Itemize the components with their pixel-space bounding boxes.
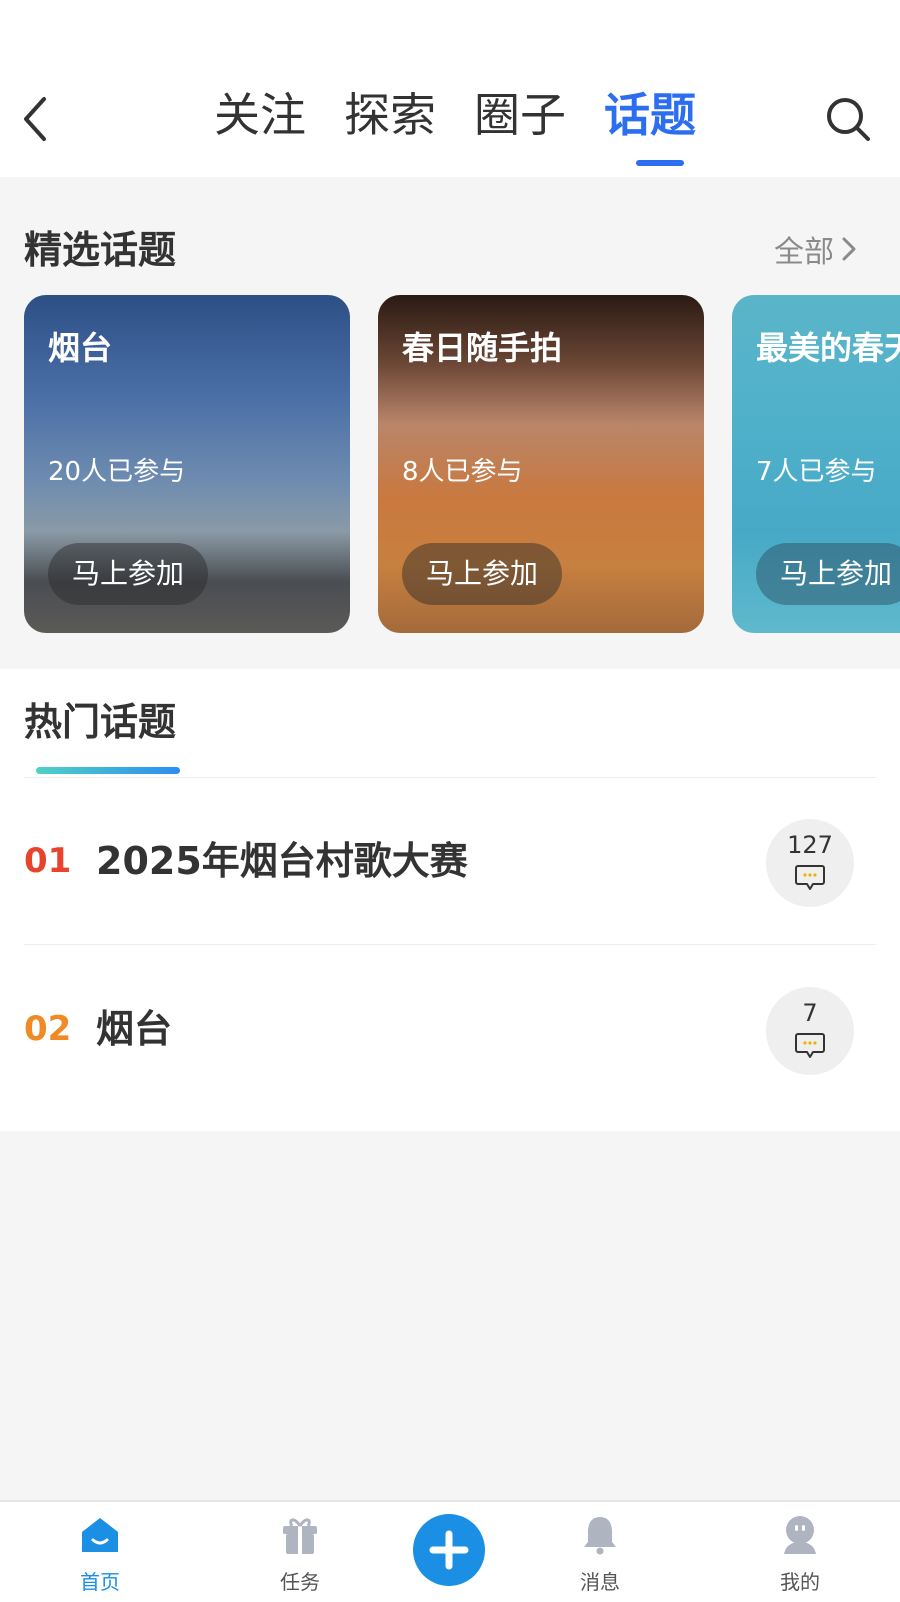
featured-topic-card[interactable]: 烟台 20人已参与 马上参加 xyxy=(24,295,350,633)
gift-icon xyxy=(283,1518,317,1554)
tabbar-tasks[interactable]: 任务 xyxy=(240,1502,360,1602)
bottom-tab-bar: 首页 任务 消息 我的 xyxy=(0,1500,900,1602)
join-button[interactable]: 马上参加 xyxy=(756,543,900,605)
active-tab-indicator xyxy=(636,160,684,166)
top-tabs: 关注 探索 圈子 话题 xyxy=(0,80,900,150)
home-icon xyxy=(82,1518,118,1552)
create-post-button[interactable] xyxy=(413,1514,485,1586)
tab-follow[interactable]: 关注 xyxy=(214,80,306,150)
search-icon[interactable] xyxy=(824,95,872,143)
tabbar-messages[interactable]: 消息 xyxy=(540,1502,660,1602)
comment-count: 127 xyxy=(787,831,833,859)
featured-topics-title: 精选话题 xyxy=(24,228,177,272)
card-participants: 20人已参与 xyxy=(48,457,186,487)
comment-count-badge[interactable]: 127 xyxy=(766,819,854,907)
comment-count: 7 xyxy=(802,999,818,1027)
featured-topic-cards: 烟台 20人已参与 马上参加 春日随手拍 8人已参与 马上参加 最美的春天 7人… xyxy=(24,295,900,635)
hot-topic-row[interactable]: 02 烟台 7 xyxy=(24,945,876,1113)
tabbar-home[interactable]: 首页 xyxy=(40,1502,160,1602)
tab-topics[interactable]: 话题 xyxy=(604,80,696,150)
comment-count-badge[interactable]: 7 xyxy=(766,987,854,1075)
comment-icon xyxy=(795,1033,825,1058)
bell-icon xyxy=(584,1517,616,1555)
hot-topics-section: 热门话题 01 2025年烟台村歌大赛 127 02 烟台 7 xyxy=(0,669,900,1131)
chevron-right-icon xyxy=(842,237,856,261)
card-title: 春日随手拍 xyxy=(402,329,563,367)
tabbar-label: 我的 xyxy=(780,1570,820,1594)
card-title: 烟台 xyxy=(48,329,113,367)
tabbar-profile[interactable]: 我的 xyxy=(740,1502,860,1602)
rank-number: 01 xyxy=(24,841,72,881)
plus-icon xyxy=(429,1530,469,1570)
card-participants: 7人已参与 xyxy=(756,457,877,487)
featured-topics-section: 精选话题 全部 烟台 20人已参与 马上参加 春日随手拍 8人已参与 马上参加 … xyxy=(0,177,900,669)
profile-icon xyxy=(784,1516,816,1554)
tabbar-label: 首页 xyxy=(80,1570,120,1594)
featured-topic-card[interactable]: 春日随手拍 8人已参与 马上参加 xyxy=(378,295,704,633)
featured-topic-card[interactable]: 最美的春天 7人已参与 马上参加 xyxy=(732,295,900,633)
top-navigation-bar: 关注 探索 圈子 话题 xyxy=(0,0,900,177)
topic-name: 2025年烟台村歌大赛 xyxy=(96,839,468,883)
join-button[interactable]: 马上参加 xyxy=(48,543,209,605)
card-title: 最美的春天 xyxy=(756,329,900,367)
comment-icon xyxy=(795,865,825,890)
hot-topics-title: 热门话题 xyxy=(24,700,177,744)
topic-name: 烟台 xyxy=(96,1007,173,1051)
tab-circles[interactable]: 圈子 xyxy=(474,80,566,150)
view-all-label: 全部 xyxy=(774,235,834,270)
join-button[interactable]: 马上参加 xyxy=(402,543,563,605)
tab-explore[interactable]: 探索 xyxy=(344,80,436,150)
hot-topic-row[interactable]: 01 2025年烟台村歌大赛 127 xyxy=(24,777,876,945)
rank-number: 02 xyxy=(24,1009,72,1049)
view-all-link[interactable]: 全部 xyxy=(774,227,858,271)
tabbar-label: 任务 xyxy=(280,1570,320,1594)
tabbar-label: 消息 xyxy=(580,1570,620,1594)
card-participants: 8人已参与 xyxy=(402,457,523,487)
title-underline xyxy=(36,767,180,774)
